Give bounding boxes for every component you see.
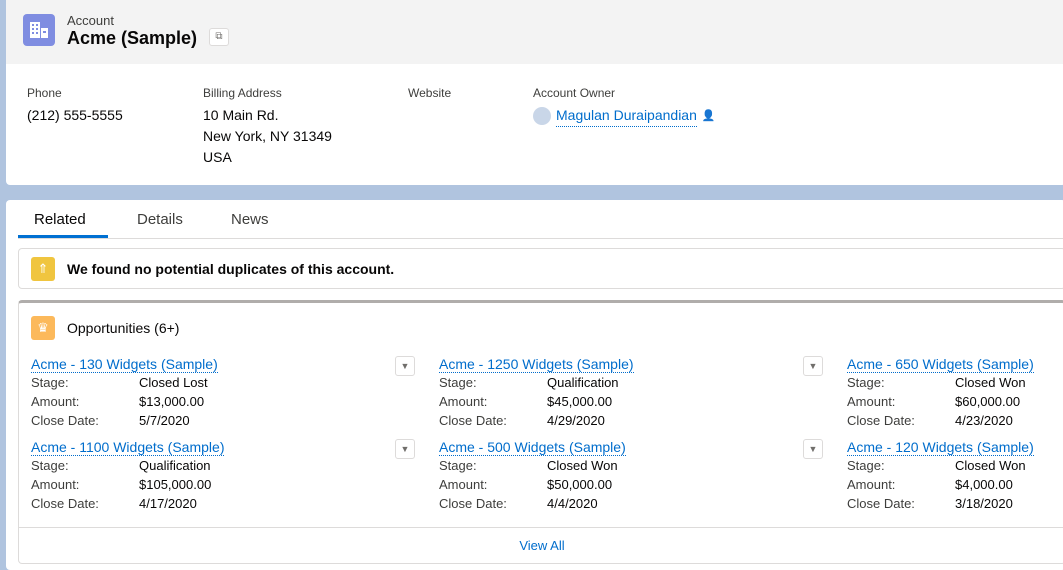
- tab-details[interactable]: Details: [137, 211, 183, 228]
- phone-value[interactable]: (212) 555-5555: [27, 105, 123, 126]
- duplicate-icon: ⇑: [31, 257, 55, 281]
- close-date-label: Close Date:: [847, 413, 915, 428]
- amount-label: Amount:: [847, 477, 896, 492]
- close-date-value: 4/23/2020: [955, 413, 1013, 428]
- field-label: Website: [408, 86, 452, 100]
- amount-value: $60,000.00: [955, 394, 1021, 409]
- field-billing-address: Billing Address 10 Main Rd. New York, NY…: [203, 86, 332, 168]
- stage-label: Stage:: [439, 458, 477, 473]
- opportunity-link[interactable]: Acme - 130 Widgets (Sample): [31, 356, 218, 373]
- stage-label: Stage:: [847, 375, 885, 390]
- address-line[interactable]: 10 Main Rd.: [203, 105, 332, 126]
- stage-label: Stage:: [31, 375, 69, 390]
- row-actions-dropdown[interactable]: ▼: [395, 356, 415, 376]
- duplicates-message: We found no potential duplicates of this…: [67, 261, 395, 277]
- header-title-bar: Account Acme (Sample) ⧉: [6, 0, 1063, 64]
- opportunity-tile: Acme - 1100 Widgets (Sample) ▼ Stage: Qua…: [31, 439, 421, 512]
- row-actions-dropdown[interactable]: ▼: [803, 439, 823, 459]
- close-date-value: 3/18/2020: [955, 496, 1013, 511]
- close-date-label: Close Date:: [439, 413, 507, 428]
- opportunity-link[interactable]: Acme - 1250 Widgets (Sample): [439, 356, 634, 373]
- amount-label: Amount:: [439, 477, 488, 492]
- opportunities-card: ♛ Opportunities (6+) Acme - 130 Widgets …: [18, 300, 1063, 564]
- row-actions-dropdown[interactable]: ▼: [803, 356, 823, 376]
- opportunity-link[interactable]: Acme - 120 Widgets (Sample): [847, 439, 1034, 456]
- owner-avatar: [533, 107, 551, 125]
- record-name: Acme (Sample): [67, 28, 198, 48]
- field-label: Account Owner: [533, 86, 616, 100]
- view-all-link[interactable]: View All: [19, 527, 1063, 563]
- close-date-value: 4/17/2020: [139, 496, 197, 511]
- amount-label: Amount:: [439, 394, 488, 409]
- amount-label: Amount:: [31, 394, 80, 409]
- account-building-icon: [23, 14, 55, 46]
- stage-label: Stage:: [439, 375, 477, 390]
- amount-label: Amount:: [31, 477, 80, 492]
- active-tab-indicator: [18, 235, 108, 238]
- stage-value: Closed Won: [955, 458, 1026, 473]
- close-date-value: 5/7/2020: [139, 413, 190, 428]
- tab-news[interactable]: News: [231, 211, 269, 228]
- stage-value: Qualification: [139, 458, 211, 473]
- field-account-owner: Account Owner Magulan Duraipandian 👤: [533, 86, 716, 127]
- close-date-value: 4/29/2020: [547, 413, 605, 428]
- field-label: Phone: [27, 86, 62, 100]
- owner-link[interactable]: Magulan Duraipandian: [556, 105, 697, 127]
- duplicates-card: ⇑ We found no potential duplicates of th…: [18, 248, 1063, 289]
- stage-value: Closed Lost: [139, 375, 208, 390]
- opportunity-tile: Acme - 500 Widgets (Sample) ▼ Stage: Clos…: [439, 439, 829, 512]
- tab-bar: Related Details News: [18, 200, 1063, 239]
- amount-value: $50,000.00: [547, 477, 613, 492]
- opportunity-tile: Acme - 1250 Widgets (Sample) ▼ Stage: Qua…: [439, 356, 829, 429]
- stage-label: Stage:: [847, 458, 885, 473]
- opportunity-link[interactable]: Acme - 1100 Widgets (Sample): [31, 439, 225, 456]
- stage-value: Closed Won: [955, 375, 1026, 390]
- amount-value: $105,000.00: [139, 477, 212, 492]
- close-date-label: Close Date:: [31, 413, 99, 428]
- field-label: Billing Address: [203, 86, 282, 100]
- amount-label: Amount:: [847, 394, 896, 409]
- amount-value: $13,000.00: [139, 394, 205, 409]
- stage-value: Qualification: [547, 375, 619, 390]
- row-actions-dropdown[interactable]: ▼: [395, 439, 415, 459]
- opportunity-tile: Acme - 130 Widgets (Sample) ▼ Stage: Clos…: [31, 356, 421, 429]
- amount-value: $45,000.00: [547, 394, 613, 409]
- record-header: Account Acme (Sample) ⧉ Phone (212) 555-…: [6, 0, 1063, 185]
- close-date-value: 4/4/2020: [547, 496, 598, 511]
- stage-label: Stage:: [31, 458, 69, 473]
- opportunity-tile: Acme - 650 Widgets (Sample) Stage: Closed…: [847, 356, 1063, 429]
- close-date-label: Close Date:: [847, 496, 915, 511]
- opportunity-link[interactable]: Acme - 500 Widgets (Sample): [439, 439, 626, 456]
- view-hierarchy-button[interactable]: ⧉: [209, 28, 229, 46]
- stage-value: Closed Won: [547, 458, 618, 473]
- field-phone: Phone (212) 555-5555: [27, 86, 123, 126]
- tab-related[interactable]: Related: [34, 211, 86, 228]
- address-line[interactable]: USA: [203, 147, 332, 168]
- opportunity-link[interactable]: Acme - 650 Widgets (Sample): [847, 356, 1034, 373]
- close-date-label: Close Date:: [31, 496, 99, 511]
- address-line[interactable]: New York, NY 31349: [203, 126, 332, 147]
- opportunities-title[interactable]: Opportunities (6+): [67, 320, 179, 336]
- opportunity-crown-icon: ♛: [31, 316, 55, 340]
- opportunity-tile: Acme - 120 Widgets (Sample) Stage: Closed…: [847, 439, 1063, 512]
- amount-value: $4,000.00: [955, 477, 1013, 492]
- object-type-label: Account: [67, 13, 114, 28]
- field-website: Website: [408, 86, 451, 105]
- close-date-label: Close Date:: [439, 496, 507, 511]
- related-panel: Related Details News ⇑ We found no poten…: [6, 200, 1063, 570]
- change-owner-icon[interactable]: 👤: [702, 106, 716, 127]
